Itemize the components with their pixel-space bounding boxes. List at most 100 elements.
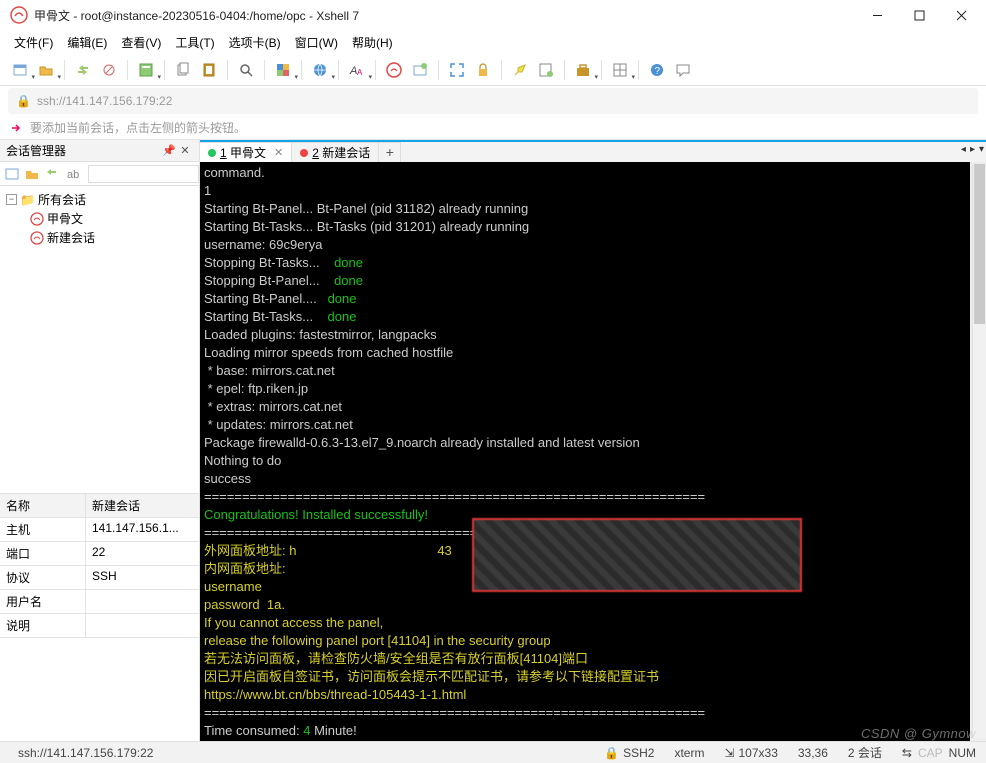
menu-bar: 文件(F) 编辑(E) 查看(V) 工具(T) 选项卡(B) 窗口(W) 帮助(… — [0, 30, 986, 54]
status-dot-icon — [208, 149, 216, 157]
session-properties: 名称 新建会话 主机141.147.156.1... 端口22 协议SSH 用户… — [0, 493, 199, 741]
toolbox-icon[interactable]: ▾ — [571, 58, 595, 82]
toggle-icon[interactable]: ⇆ — [902, 746, 912, 760]
xftp-icon[interactable] — [382, 58, 406, 82]
prop-row-username: 用户名 — [0, 590, 199, 614]
font-icon[interactable]: AA▾ — [345, 58, 369, 82]
prop-header-v: 新建会话 — [86, 494, 199, 517]
menu-view[interactable]: 查看(V) — [115, 32, 167, 53]
refresh-icon[interactable]: ab — [64, 166, 80, 182]
tab-menu-icon[interactable]: ▾ — [979, 144, 984, 155]
lock-mini-icon: 🔒 — [604, 746, 619, 760]
new-folder-icon[interactable] — [24, 166, 40, 182]
arrow-hint-icon[interactable] — [10, 121, 24, 135]
feedback-icon[interactable] — [671, 58, 695, 82]
session-tree[interactable]: − 📁 所有会话 甲骨文 新建会话 — [0, 186, 199, 491]
copy-icon[interactable] — [171, 58, 195, 82]
address-bar[interactable]: 🔒 ssh://141.147.156.179:22 — [8, 88, 978, 114]
hint-bar: 要添加当前会话，点击左侧的箭头按钮。 — [0, 116, 986, 140]
panel-close-icon[interactable]: ✕ — [177, 144, 193, 157]
toolbar: ▾ ▾ ▾ ▾ ▾ AA▾ ▾ ▾ ? — [0, 54, 986, 86]
properties-icon[interactable]: ▾ — [134, 58, 158, 82]
disconnect-icon[interactable] — [97, 58, 121, 82]
resize-icon: ⇲ — [724, 746, 734, 760]
tree-root-label: 所有会话 — [38, 191, 86, 208]
tree-item-jiaguwen[interactable]: 甲骨文 — [2, 209, 197, 228]
folder-icon: 📁 — [20, 193, 35, 207]
prop-header: 名称 新建会话 — [0, 494, 199, 518]
lock-icon[interactable] — [471, 58, 495, 82]
color-scheme-icon[interactable]: ▾ — [271, 58, 295, 82]
svg-text:ab: ab — [67, 169, 79, 181]
fullscreen-icon[interactable] — [445, 58, 469, 82]
tab-jiaguwen[interactable]: 1 甲骨文 ✕ — [200, 142, 292, 162]
status-dot-icon — [300, 149, 308, 157]
num-indicator: NUM — [949, 746, 976, 760]
redacted-area — [472, 518, 802, 592]
address-text: ssh://141.147.156.179:22 — [37, 94, 172, 108]
session-icon — [30, 231, 44, 245]
close-button[interactable] — [940, 0, 982, 30]
new-icon[interactable] — [4, 166, 20, 182]
new-session-icon[interactable]: ▾ — [8, 58, 32, 82]
status-size: ⇲107x33 — [714, 746, 787, 760]
layout-icon[interactable]: ▾ — [608, 58, 632, 82]
pin-icon[interactable]: 📌 — [161, 144, 177, 157]
title-bar: 甲骨文 - root@instance-20230516-0404:/home/… — [0, 0, 986, 30]
lock-small-icon: 🔒 — [16, 94, 31, 108]
cap-indicator: CAP — [918, 746, 943, 760]
tab-next-icon[interactable]: ▸ — [970, 144, 975, 155]
reconnect-icon[interactable] — [71, 58, 95, 82]
prop-header-k: 名称 — [0, 494, 86, 517]
link-icon[interactable] — [44, 166, 60, 182]
globe-icon[interactable]: ▾ — [308, 58, 332, 82]
paste-icon[interactable] — [197, 58, 221, 82]
menu-help[interactable]: 帮助(H) — [346, 32, 399, 53]
new-file-transfer-icon[interactable] — [408, 58, 432, 82]
status-term: xterm — [664, 746, 714, 760]
menu-tabs[interactable]: 选项卡(B) — [223, 32, 287, 53]
status-pos: 33,36 — [788, 746, 838, 760]
terminal-panel: 1 甲骨文 ✕ 2 新建会话 + ◂ ▸ ▾ command. 1 Starti… — [200, 140, 986, 741]
prop-row-port: 端口22 — [0, 542, 199, 566]
menu-file[interactable]: 文件(F) — [8, 32, 59, 53]
menu-window[interactable]: 窗口(W) — [289, 32, 344, 53]
svg-text:A: A — [357, 68, 363, 77]
menu-edit[interactable]: 编辑(E) — [61, 32, 113, 53]
status-address: ssh://141.147.156.179:22 — [8, 746, 163, 760]
maximize-button[interactable] — [898, 0, 940, 30]
minimize-button[interactable] — [856, 0, 898, 30]
help-icon[interactable]: ? — [645, 58, 669, 82]
find-icon[interactable] — [234, 58, 258, 82]
tab-prev-icon[interactable]: ◂ — [961, 144, 966, 155]
terminal-output[interactable]: command. 1 Starting Bt-Panel... Bt-Panel… — [200, 162, 986, 741]
session-manager-panel: 会话管理器 📌 ✕ ab − 📁 所有会话 甲骨文 新建会话 — [0, 140, 200, 741]
tab-close-icon[interactable]: ✕ — [274, 146, 283, 159]
session-manager-header: 会话管理器 📌 ✕ — [0, 140, 199, 162]
status-sessions: 2 会话 — [838, 744, 892, 761]
status-ssh: 🔒SSH2 — [594, 746, 664, 760]
tab-nav: ◂ ▸ ▾ — [961, 144, 984, 155]
session-icon — [30, 212, 44, 226]
hint-text: 要添加当前会话，点击左侧的箭头按钮。 — [30, 119, 246, 136]
open-session-icon[interactable]: ▾ — [34, 58, 58, 82]
tree-item-label: 新建会话 — [47, 229, 95, 246]
tree-item-label: 甲骨文 — [47, 210, 83, 227]
tab-strip: 1 甲骨文 ✕ 2 新建会话 + ◂ ▸ ▾ — [200, 140, 986, 162]
menu-tools[interactable]: 工具(T) — [169, 32, 220, 53]
script-icon[interactable] — [534, 58, 558, 82]
prop-row-host: 主机141.147.156.1... — [0, 518, 199, 542]
outer-scrollbar[interactable] — [972, 164, 986, 738]
prop-row-protocol: 协议SSH — [0, 566, 199, 590]
tab-add-button[interactable]: + — [379, 142, 401, 162]
app-icon — [10, 6, 28, 24]
tab-new-session[interactable]: 2 新建会话 — [292, 142, 379, 162]
collapse-icon[interactable]: − — [6, 194, 17, 205]
svg-text:?: ? — [655, 66, 661, 77]
prop-row-desc: 说明 — [0, 614, 199, 638]
session-manager-toolbar: ab — [0, 162, 199, 186]
highlight-icon[interactable] — [508, 58, 532, 82]
tree-root[interactable]: − 📁 所有会话 — [2, 190, 197, 209]
tree-item-new-session[interactable]: 新建会话 — [2, 228, 197, 247]
session-filter-input[interactable] — [88, 165, 199, 183]
